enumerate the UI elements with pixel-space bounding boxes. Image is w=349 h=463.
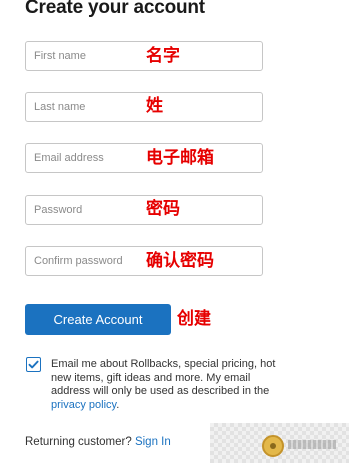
last-name-input[interactable] xyxy=(26,93,262,121)
last-name-field-box xyxy=(25,92,263,122)
email-optin-text: Email me about Rollbacks, special pricin… xyxy=(51,358,276,412)
returning-customer-prompt: Returning customer? xyxy=(25,436,132,448)
privacy-policy-link[interactable]: privacy policy xyxy=(51,399,116,411)
password-input[interactable] xyxy=(26,196,262,224)
confirm-password-field-box xyxy=(25,246,263,276)
password-field-box xyxy=(25,195,263,225)
page-title: Create your account xyxy=(25,0,205,18)
first-name-field-box xyxy=(25,41,263,71)
watermark-logo-icon xyxy=(262,435,284,457)
confirm-password-input[interactable] xyxy=(26,247,262,275)
optin-period: . xyxy=(116,398,120,411)
email-optin-checkbox[interactable] xyxy=(26,357,41,372)
email-input[interactable] xyxy=(26,144,262,172)
sign-in-link[interactable]: Sign In xyxy=(135,436,171,448)
create-annotation: 创建 xyxy=(177,309,211,329)
first-name-input[interactable] xyxy=(26,42,262,70)
checkmark-icon xyxy=(28,360,39,369)
email-field-box xyxy=(25,143,263,173)
returning-customer: Returning customer? Sign In xyxy=(25,436,171,448)
watermark-text-blur xyxy=(288,440,336,449)
optin-description: Email me about Rollbacks, special pricin… xyxy=(51,358,276,397)
watermark xyxy=(210,423,349,463)
create-account-button[interactable]: Create Account xyxy=(25,304,171,335)
